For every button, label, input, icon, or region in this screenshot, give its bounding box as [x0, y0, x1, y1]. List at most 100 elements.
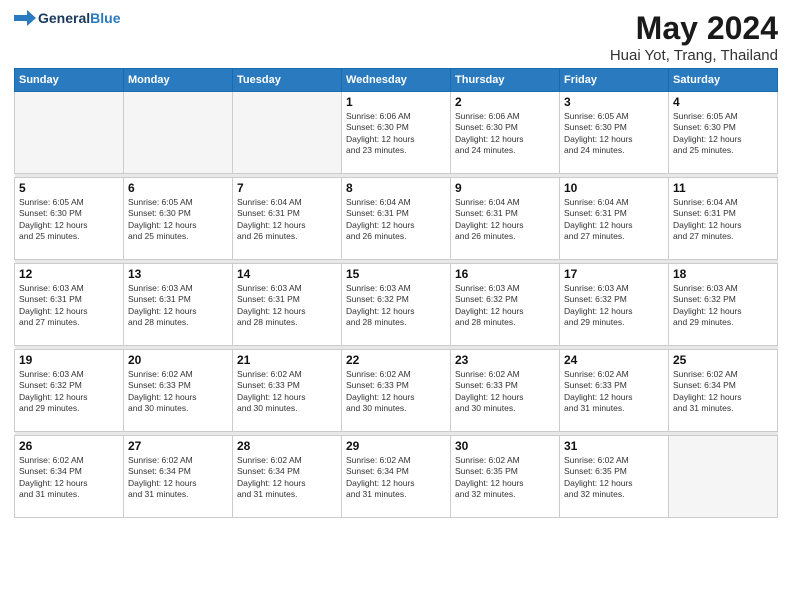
day-cell: 21 Sunrise: 6:02 AM Sunset: 6:33 PM Dayli… — [233, 350, 342, 432]
day-cell — [124, 92, 233, 174]
day-cell: 28Sunrise: 6:02 AM Sunset: 6:34 PM Dayli… — [233, 436, 342, 518]
day-info: Sunrise: 6:06 AM Sunset: 6:30 PM Dayligh… — [346, 111, 446, 157]
day-info: Sunrise: 6:05 AM Sunset: 6:30 PM Dayligh… — [19, 197, 119, 243]
day-cell: 7Sunrise: 6:04 AM Sunset: 6:31 PM Daylig… — [233, 178, 342, 260]
day-cell: 14 Sunrise: 6:03 AM Sunset: 6:31 PM Dayli… — [233, 264, 342, 346]
logo-icon — [14, 10, 36, 26]
day-number: 7 — [237, 181, 337, 195]
day-info: Sunrise: 6:03 AM Sunset: 6:32 PM Dayligh… — [346, 283, 446, 329]
day-number: 18 — [673, 267, 773, 281]
day-number: 13 — [128, 267, 228, 281]
day-info: Sunrise: 6:02 AM Sunset: 6:33 PM Dayligh… — [455, 369, 555, 415]
week-row-5: 26 Sunrise: 6:02 AM Sunset: 6:34 PM Dayli… — [15, 436, 778, 518]
day-number: 29 — [346, 439, 446, 453]
day-number: 27 — [128, 439, 228, 453]
day-cell: 9 Sunrise: 6:04 AM Sunset: 6:31 PM Daylig… — [451, 178, 560, 260]
day-number: 16 — [455, 267, 555, 281]
day-cell: 30Sunrise: 6:02 AM Sunset: 6:35 PM Dayli… — [451, 436, 560, 518]
day-number: 3 — [564, 95, 664, 109]
day-number: 6 — [128, 181, 228, 195]
day-cell: 27 Sunrise: 6:02 AM Sunset: 6:34 PM Dayli… — [124, 436, 233, 518]
day-number: 2 — [455, 95, 555, 109]
day-number: 30 — [455, 439, 555, 453]
day-number: 5 — [19, 181, 119, 195]
day-cell: 18 Sunrise: 6:03 AM Sunset: 6:32 PM Dayli… — [669, 264, 778, 346]
day-number: 4 — [673, 95, 773, 109]
day-number: 28 — [237, 439, 337, 453]
day-cell: 5 Sunrise: 6:05 AM Sunset: 6:30 PM Daylig… — [15, 178, 124, 260]
day-info: Sunrise: 6:03 AM Sunset: 6:31 PM Dayligh… — [237, 283, 337, 329]
day-info: Sunrise: 6:02 AM Sunset: 6:35 PM Dayligh… — [564, 455, 664, 501]
day-cell: 2Sunrise: 6:06 AM Sunset: 6:30 PM Daylig… — [451, 92, 560, 174]
week-row-4: 19 Sunrise: 6:03 AM Sunset: 6:32 PM Dayli… — [15, 350, 778, 432]
day-cell: 23Sunrise: 6:02 AM Sunset: 6:33 PM Dayli… — [451, 350, 560, 432]
day-info: Sunrise: 6:02 AM Sunset: 6:34 PM Dayligh… — [128, 455, 228, 501]
day-info: Sunrise: 6:02 AM Sunset: 6:33 PM Dayligh… — [346, 369, 446, 415]
day-info: Sunrise: 6:03 AM Sunset: 6:31 PM Dayligh… — [128, 283, 228, 329]
day-cell: 4 Sunrise: 6:05 AM Sunset: 6:30 PM Daylig… — [669, 92, 778, 174]
logo-blue-text: Blue — [90, 10, 120, 26]
day-info: Sunrise: 6:04 AM Sunset: 6:31 PM Dayligh… — [346, 197, 446, 243]
logo-text: GeneralBlue — [38, 10, 120, 26]
calendar: Sunday Monday Tuesday Wednesday Thursday… — [14, 68, 778, 518]
day-number: 15 — [346, 267, 446, 281]
day-info: Sunrise: 6:02 AM Sunset: 6:34 PM Dayligh… — [346, 455, 446, 501]
header-saturday: Saturday — [669, 69, 778, 92]
day-number: 14 — [237, 267, 337, 281]
sub-title: Huai Yot, Trang, Thailand — [610, 47, 778, 64]
logo: GeneralBlue — [14, 10, 120, 26]
header-tuesday: Tuesday — [233, 69, 342, 92]
day-info: Sunrise: 6:02 AM Sunset: 6:33 PM Dayligh… — [564, 369, 664, 415]
day-info: Sunrise: 6:03 AM Sunset: 6:31 PM Dayligh… — [19, 283, 119, 329]
day-info: Sunrise: 6:02 AM Sunset: 6:34 PM Dayligh… — [19, 455, 119, 501]
header-monday: Monday — [124, 69, 233, 92]
day-number: 19 — [19, 353, 119, 367]
day-cell — [15, 92, 124, 174]
day-cell: 6 Sunrise: 6:05 AM Sunset: 6:30 PM Daylig… — [124, 178, 233, 260]
day-info: Sunrise: 6:02 AM Sunset: 6:33 PM Dayligh… — [237, 369, 337, 415]
day-info: Sunrise: 6:04 AM Sunset: 6:31 PM Dayligh… — [673, 197, 773, 243]
day-cell: 13 Sunrise: 6:03 AM Sunset: 6:31 PM Dayli… — [124, 264, 233, 346]
day-cell: 31Sunrise: 6:02 AM Sunset: 6:35 PM Dayli… — [560, 436, 669, 518]
day-number: 25 — [673, 353, 773, 367]
day-info: Sunrise: 6:03 AM Sunset: 6:32 PM Dayligh… — [564, 283, 664, 329]
day-cell: 8Sunrise: 6:04 AM Sunset: 6:31 PM Daylig… — [342, 178, 451, 260]
day-info: Sunrise: 6:03 AM Sunset: 6:32 PM Dayligh… — [455, 283, 555, 329]
week-row-3: 12 Sunrise: 6:03 AM Sunset: 6:31 PM Dayli… — [15, 264, 778, 346]
day-cell: 15 Sunrise: 6:03 AM Sunset: 6:32 PM Dayli… — [342, 264, 451, 346]
title-block: May 2024 Huai Yot, Trang, Thailand — [610, 10, 778, 64]
day-number: 21 — [237, 353, 337, 367]
header: GeneralBlue May 2024 Huai Yot, Trang, Th… — [14, 10, 778, 64]
day-number: 11 — [673, 181, 773, 195]
day-cell: 16 Sunrise: 6:03 AM Sunset: 6:32 PM Dayli… — [451, 264, 560, 346]
day-number: 24 — [564, 353, 664, 367]
day-cell: 22 Sunrise: 6:02 AM Sunset: 6:33 PM Dayli… — [342, 350, 451, 432]
day-info: Sunrise: 6:05 AM Sunset: 6:30 PM Dayligh… — [673, 111, 773, 157]
day-info: Sunrise: 6:05 AM Sunset: 6:30 PM Dayligh… — [128, 197, 228, 243]
day-number: 9 — [455, 181, 555, 195]
week-row-1: 1Sunrise: 6:06 AM Sunset: 6:30 PM Daylig… — [15, 92, 778, 174]
day-number: 26 — [19, 439, 119, 453]
day-cell: 29 Sunrise: 6:02 AM Sunset: 6:34 PM Dayli… — [342, 436, 451, 518]
day-info: Sunrise: 6:04 AM Sunset: 6:31 PM Dayligh… — [564, 197, 664, 243]
day-cell: 11 Sunrise: 6:04 AM Sunset: 6:31 PM Dayli… — [669, 178, 778, 260]
header-sunday: Sunday — [15, 69, 124, 92]
day-number: 22 — [346, 353, 446, 367]
weekday-header-row: Sunday Monday Tuesday Wednesday Thursday… — [15, 69, 778, 92]
day-info: Sunrise: 6:03 AM Sunset: 6:32 PM Dayligh… — [673, 283, 773, 329]
day-cell: 12 Sunrise: 6:03 AM Sunset: 6:31 PM Dayli… — [15, 264, 124, 346]
day-info: Sunrise: 6:04 AM Sunset: 6:31 PM Dayligh… — [455, 197, 555, 243]
day-cell: 1Sunrise: 6:06 AM Sunset: 6:30 PM Daylig… — [342, 92, 451, 174]
day-cell: 17Sunrise: 6:03 AM Sunset: 6:32 PM Dayli… — [560, 264, 669, 346]
week-row-2: 5 Sunrise: 6:05 AM Sunset: 6:30 PM Daylig… — [15, 178, 778, 260]
day-number: 12 — [19, 267, 119, 281]
day-cell: 3Sunrise: 6:05 AM Sunset: 6:30 PM Daylig… — [560, 92, 669, 174]
page-container: GeneralBlue May 2024 Huai Yot, Trang, Th… — [0, 0, 792, 524]
day-cell: 24 Sunrise: 6:02 AM Sunset: 6:33 PM Dayli… — [560, 350, 669, 432]
day-cell — [669, 436, 778, 518]
logo-general: General — [38, 10, 90, 26]
day-info: Sunrise: 6:02 AM Sunset: 6:34 PM Dayligh… — [673, 369, 773, 415]
day-info: Sunrise: 6:03 AM Sunset: 6:32 PM Dayligh… — [19, 369, 119, 415]
day-cell: 10Sunrise: 6:04 AM Sunset: 6:31 PM Dayli… — [560, 178, 669, 260]
day-cell: 26 Sunrise: 6:02 AM Sunset: 6:34 PM Dayli… — [15, 436, 124, 518]
